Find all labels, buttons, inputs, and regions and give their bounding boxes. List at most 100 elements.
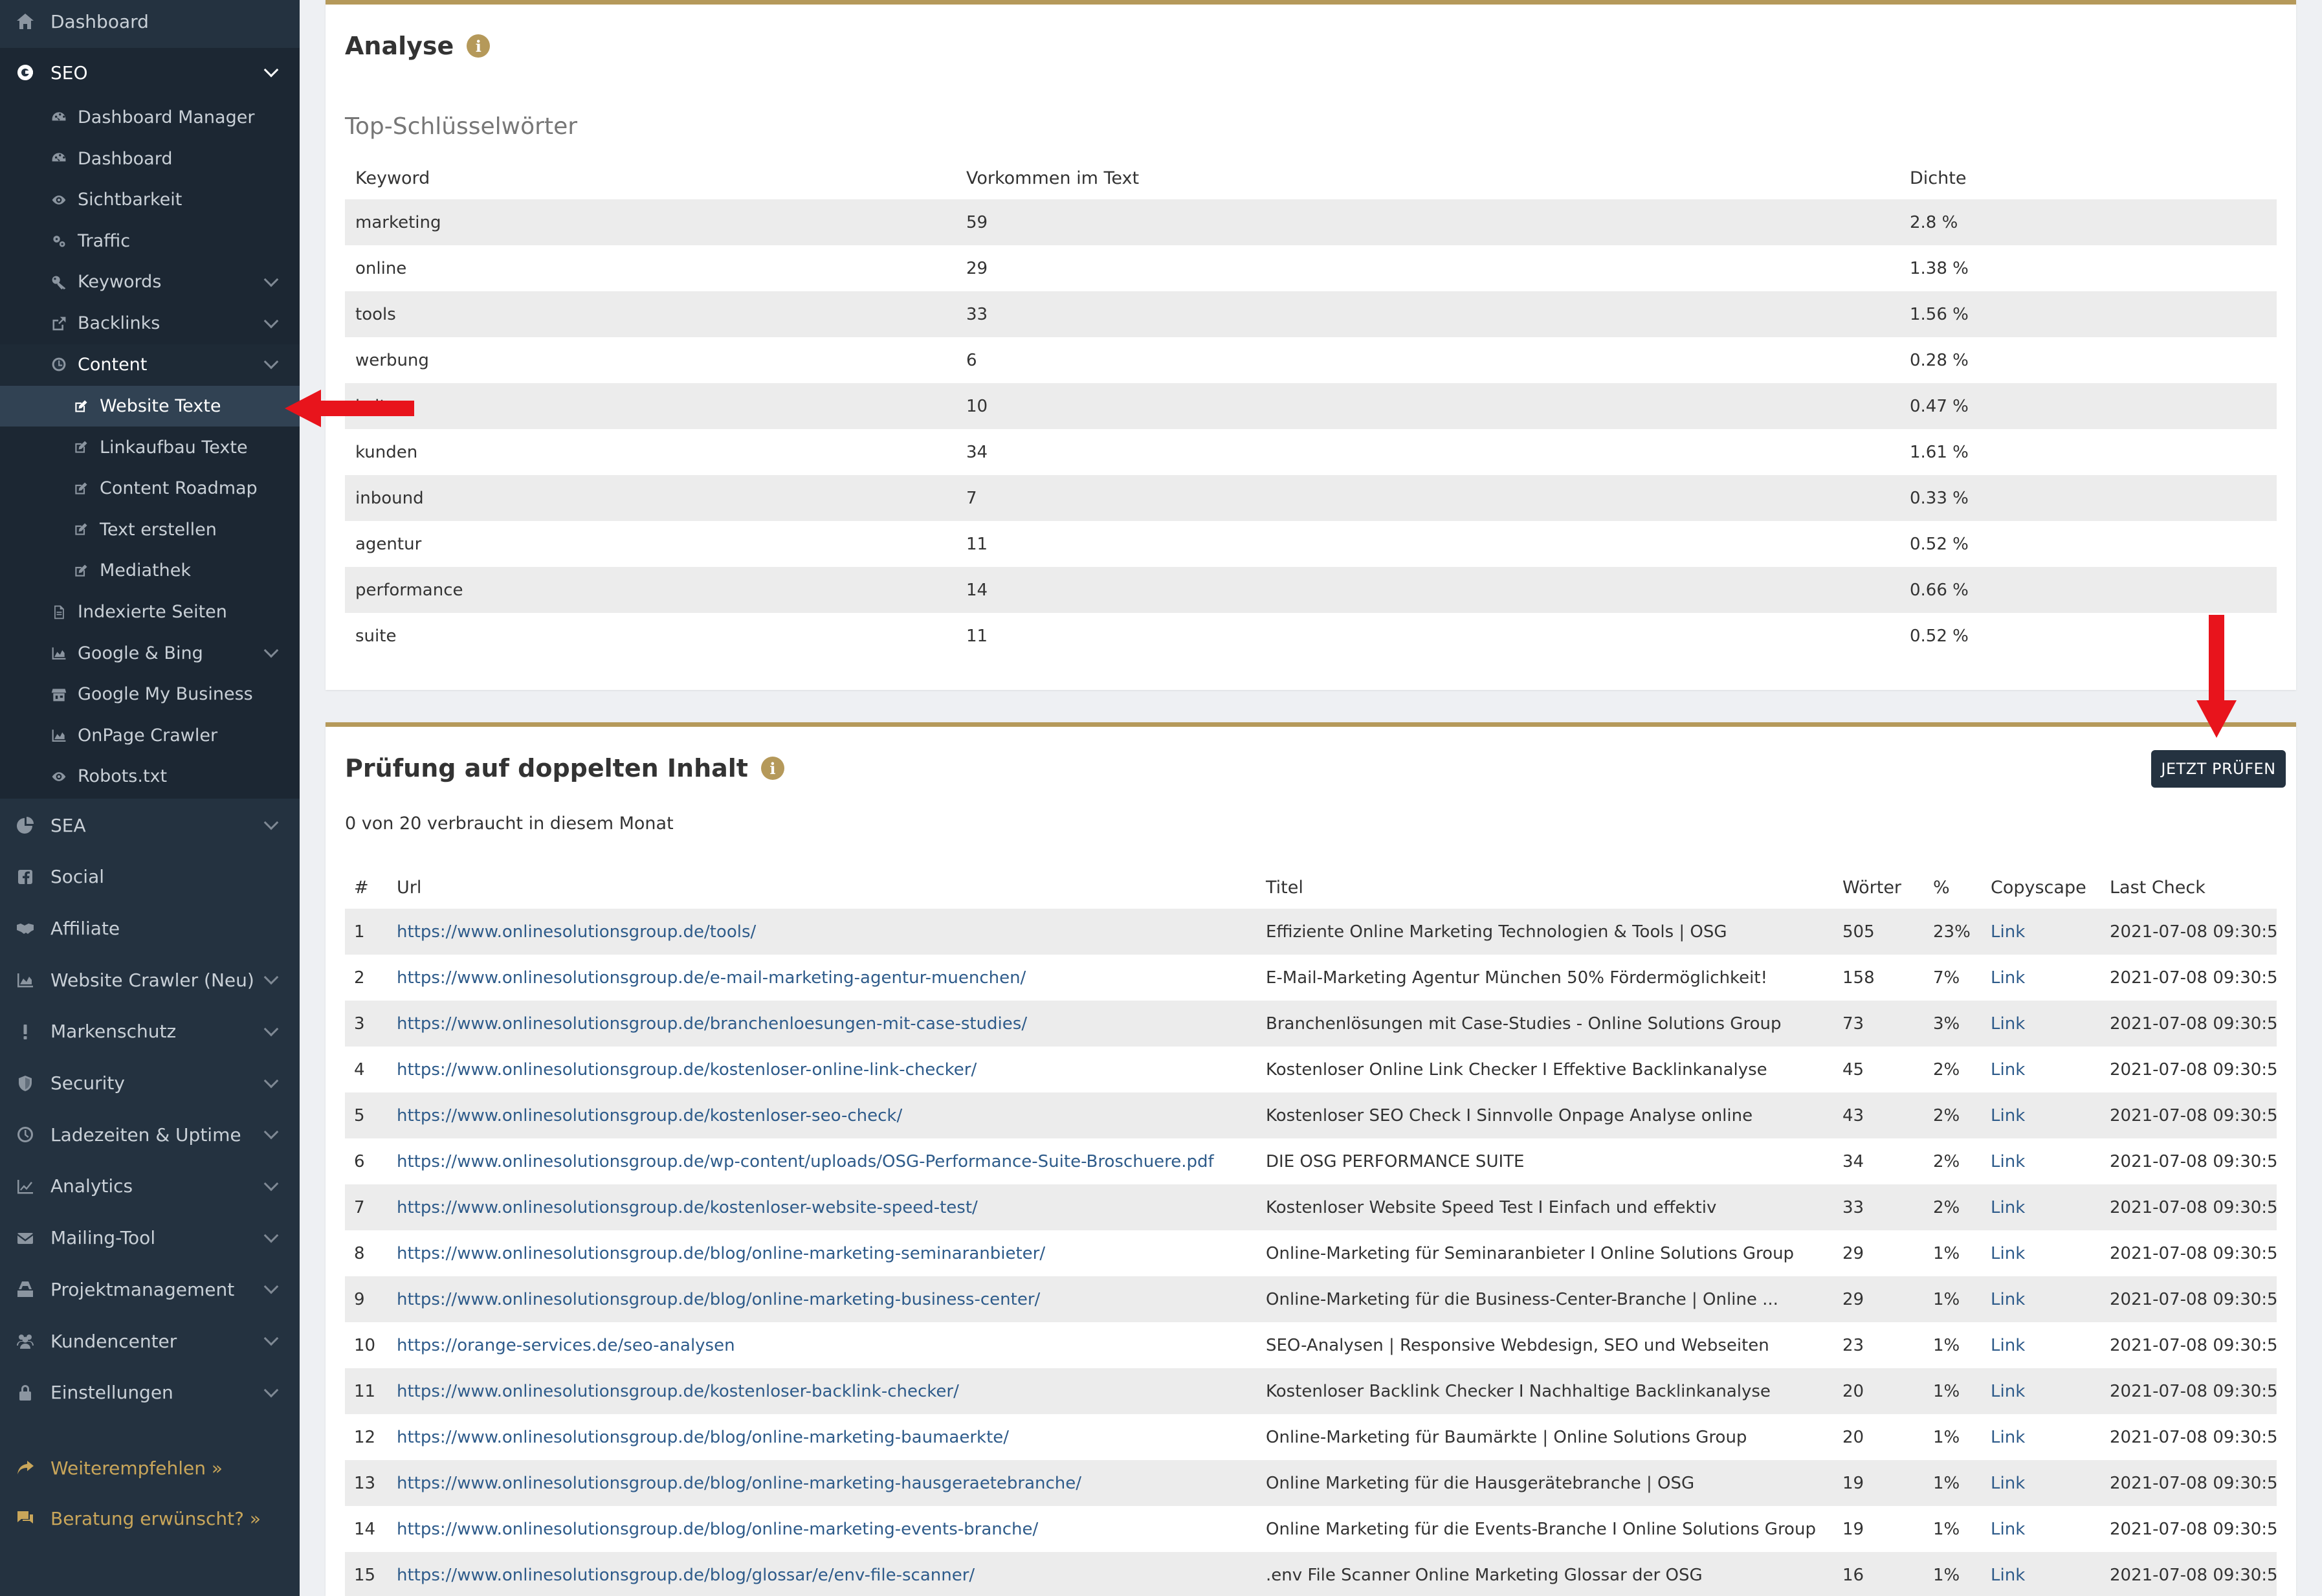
sidebar-item-website-crawler-neu[interactable]: Website Crawler (Neu): [0, 957, 300, 1003]
sidebar-item-indexierte-seiten[interactable]: Indexierte Seiten: [0, 592, 300, 632]
sidebar-item-google-my-business[interactable]: Google My Business: [0, 674, 300, 715]
percent-cell: 2%: [1924, 1184, 1982, 1230]
copyscape-link[interactable]: Link: [1991, 1428, 2025, 1447]
copyscape-link[interactable]: Link: [1991, 1152, 2025, 1171]
url-link[interactable]: https://www.onlinesolutionsgroup.de/blog…: [397, 1474, 1081, 1493]
sidebar-item-markenschutz[interactable]: Markenschutz: [0, 1009, 300, 1054]
url-link-cell-wrap: https://www.onlinesolutionsgroup.de/blog…: [388, 1414, 1257, 1460]
table-row: kunden 34 1.61 %: [345, 429, 2277, 475]
copyscape-link[interactable]: Link: [1991, 1198, 2025, 1217]
url-link[interactable]: https://www.onlinesolutionsgroup.de/kost…: [397, 1382, 959, 1401]
share-icon: [14, 1457, 36, 1479]
sidebar-item-website-texte[interactable]: Website Texte: [0, 386, 300, 427]
url-link[interactable]: https://www.onlinesolutionsgroup.de/kost…: [397, 1060, 977, 1080]
copyscape-link[interactable]: Link: [1991, 1520, 2025, 1539]
title-cell: Kostenloser Backlink Checker I Nachhalti…: [1257, 1368, 1833, 1414]
copyscape-link[interactable]: Link: [1991, 968, 2025, 988]
check-now-button[interactable]: JETZT PRÜFEN: [2151, 750, 2286, 788]
sidebar-item-label: Dashboard Manager: [78, 107, 255, 127]
row-number: 7: [345, 1184, 388, 1230]
table-row: suite 11 0.52 %: [345, 613, 2277, 659]
sidebar-item-kundencenter[interactable]: Kundencenter: [0, 1318, 300, 1364]
url-link[interactable]: https://www.onlinesolutionsgroup.de/blog…: [397, 1244, 1045, 1263]
copyscape-link[interactable]: Link: [1991, 1290, 2025, 1309]
info-icon[interactable]: i: [467, 34, 491, 58]
url-link[interactable]: https://www.onlinesolutionsgroup.de/blog…: [397, 1520, 1038, 1539]
sidebar-item-social[interactable]: Social: [0, 854, 300, 900]
url-link-cell-wrap: https://www.onlinesolutionsgroup.de/bran…: [388, 1001, 1257, 1047]
copyscape-link[interactable]: Link: [1991, 1244, 2025, 1263]
copyscape-link[interactable]: Link: [1991, 1566, 2025, 1585]
count-cell: 7: [956, 475, 1899, 521]
sidebar-item-content[interactable]: Content: [0, 344, 300, 385]
sidebar-item-weiterempfehlen[interactable]: Weiterempfehlen »: [0, 1445, 300, 1491]
copyscape-link[interactable]: Link: [1991, 922, 2025, 942]
sidebar-item-google-bing[interactable]: Google & Bing: [0, 633, 300, 674]
url-link[interactable]: https://www.onlinesolutionsgroup.de/bran…: [397, 1014, 1027, 1034]
sidebar-item-label: Mediathek: [100, 560, 192, 581]
copyscape-link[interactable]: Link: [1991, 1060, 2025, 1080]
density-cell: 0.52 %: [1910, 534, 1969, 554]
sidebar-item-beratung-erw-nscht[interactable]: Beratung erwünscht? »: [0, 1496, 300, 1541]
sidebar-item-sea[interactable]: SEA: [0, 803, 300, 848]
sidebar-item-mailing-tool[interactable]: Mailing-Tool: [0, 1215, 300, 1261]
column-header-copyscape: Copyscape: [1991, 877, 2086, 898]
pie-chart-icon: [14, 814, 36, 836]
sidebar-item-linkaufbau-texte[interactable]: Linkaufbau Texte: [0, 427, 300, 468]
sidebar-item-keywords[interactable]: Keywords: [0, 261, 300, 302]
sidebar-item-dashboard[interactable]: Dashboard: [0, 139, 300, 179]
words-cell: 33: [1833, 1184, 1924, 1230]
last-check-cell: 2021-07-08 09:30:55: [2101, 1460, 2277, 1506]
url-link[interactable]: https://www.onlinesolutionsgroup.de/wp-c…: [397, 1152, 1214, 1171]
percent-cell: 1%: [1924, 1276, 1982, 1322]
copyscape-link-cell-wrap: Link: [1982, 955, 2101, 1001]
copyscape-link[interactable]: Link: [1991, 1474, 2025, 1493]
area-chart-icon: [49, 643, 69, 663]
url-link[interactable]: https://www.onlinesolutionsgroup.de/e-ma…: [397, 968, 1026, 988]
words-cell: 23: [1842, 1335, 1864, 1355]
percent-cell: 1%: [1924, 1552, 1982, 1596]
sidebar-item-einstellungen[interactable]: Einstellungen: [0, 1370, 300, 1415]
sidebar-item-projektmanagement[interactable]: Projektmanagement: [0, 1267, 300, 1312]
sidebar-item-dashboard-manager[interactable]: Dashboard Manager: [0, 97, 300, 138]
copyscape-link[interactable]: Link: [1991, 1014, 2025, 1034]
sidebar-item-dashboard[interactable]: Dashboard: [0, 0, 300, 43]
url-link[interactable]: https://www.onlinesolutionsgroup.de/blog…: [397, 1428, 1009, 1447]
percent-cell: 1%: [1933, 1519, 1960, 1539]
sidebar: Dashboard SEO Dashboard Manager Dashboard Si…: [0, 0, 300, 1596]
area-chart-icon: [14, 969, 36, 991]
row-number: 1: [345, 909, 388, 955]
copyscape-link[interactable]: Link: [1991, 1336, 2025, 1355]
url-link[interactable]: https://www.onlinesolutionsgroup.de/kost…: [397, 1198, 978, 1217]
percent-cell: 7%: [1933, 968, 1960, 988]
sidebar-item-backlinks[interactable]: Backlinks: [0, 303, 300, 344]
sidebar-item-affiliate[interactable]: Affiliate: [0, 905, 300, 951]
sidebar-item-mediathek[interactable]: Mediathek: [0, 550, 300, 591]
sidebar-item-sichtbarkeit[interactable]: Sichtbarkeit: [0, 179, 300, 220]
url-link[interactable]: https://www.onlinesolutionsgroup.de/tool…: [397, 922, 756, 942]
copyscape-link-cell-wrap: Link: [1982, 1001, 2101, 1047]
store-icon: [49, 685, 69, 704]
words-cell: 16: [1833, 1552, 1924, 1596]
copyscape-link[interactable]: Link: [1991, 1382, 2025, 1401]
sidebar-item-label: Keywords: [78, 272, 162, 293]
chevron-down-icon: [263, 1021, 279, 1037]
sidebar-item-content-roadmap[interactable]: Content Roadmap: [0, 468, 300, 509]
url-link[interactable]: https://www.onlinesolutionsgroup.de/kost…: [397, 1106, 902, 1125]
sidebar-item-label: OnPage Crawler: [78, 725, 218, 746]
sidebar-item-ladezeiten-uptime[interactable]: Ladezeiten & Uptime: [0, 1112, 300, 1157]
sidebar-item-seo[interactable]: SEO: [0, 48, 300, 97]
url-link[interactable]: https://www.onlinesolutionsgroup.de/blog…: [397, 1290, 1040, 1309]
sidebar-item-traffic[interactable]: Traffic: [0, 221, 300, 261]
copyscape-link[interactable]: Link: [1991, 1106, 2025, 1125]
url-link[interactable]: https://www.onlinesolutionsgroup.de/blog…: [397, 1566, 975, 1585]
sidebar-item-robots-txt[interactable]: Robots.txt: [0, 756, 300, 797]
sidebar-item-analytics[interactable]: Analytics: [0, 1164, 300, 1209]
sidebar-item-label: Traffic: [78, 230, 131, 251]
info-icon[interactable]: i: [760, 757, 784, 780]
sidebar-item-label: SEO: [50, 61, 88, 83]
sidebar-item-onpage-crawler[interactable]: OnPage Crawler: [0, 715, 300, 756]
sidebar-item-security[interactable]: Security: [0, 1061, 300, 1106]
sidebar-item-text-erstellen[interactable]: Text erstellen: [0, 509, 300, 550]
url-link[interactable]: https://orange-services.de/seo-analysen: [397, 1336, 735, 1355]
